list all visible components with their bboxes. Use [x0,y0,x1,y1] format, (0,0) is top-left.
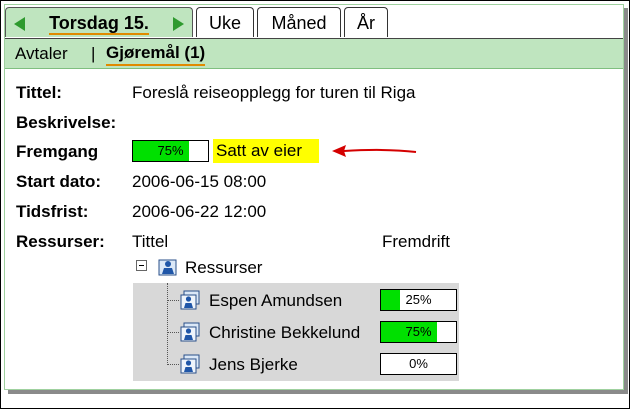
person-resource-icon [180,354,200,374]
tab-week-label: Uke [208,13,241,33]
subnav-gjoremal-link[interactable]: Gjøremål (1) [106,42,206,66]
title-label: Tittel: [16,83,62,102]
subnav-bar: Avtaler | Gjøremål (1) [5,39,623,69]
resource-progress-text: 25% [405,292,432,307]
tab-day-label: Torsdag 15. [49,13,149,35]
resource-progress-bar: 0% [380,353,457,375]
person-resource-icon [180,322,200,342]
resource-progress-text: 75% [405,324,432,339]
tab-month-label: Måned [271,13,327,33]
tree-branch [167,364,179,365]
owner-note-badge: Satt av eier [213,139,319,163]
resources-column-progress: Fremdrift [382,232,450,251]
start-date-value: 2006-06-15 08:00 [132,172,267,191]
resources-column-title: Tittel [132,232,169,251]
resource-progress-bar: 75% [380,321,457,343]
resource-tree-root-label[interactable]: Ressurser [185,258,262,278]
next-day-arrow-icon[interactable] [173,17,184,31]
red-pointer-arrow-icon [332,145,417,157]
frame-shadow-right [624,8,628,394]
resource-name[interactable]: Espen Amundsen [209,291,342,311]
task-progress-bar: 75% [132,140,209,162]
resources-label: Ressurser: [16,232,105,251]
description-label: Beskrivelse: [16,113,117,132]
tab-year-label: År [357,13,375,33]
frame-shadow-bottom [8,390,626,394]
task-progress-text: 75% [157,143,184,158]
resource-name[interactable]: Jens Bjerke [209,355,298,375]
tab-month[interactable]: Måned [257,7,341,37]
resource-name[interactable]: Christine Bekkelund [209,323,360,343]
tree-branch [167,332,179,333]
start-date-label: Start dato: [16,172,101,191]
person-resource-icon [180,290,200,310]
resource-progress-fill [381,290,400,310]
resource-progress-bar: 25% [380,289,457,311]
tab-year[interactable]: År [344,7,388,37]
title-value: Foreslå reiseopplegg for turen til Riga [132,83,416,102]
subnav-avtaler-link[interactable]: Avtaler [15,39,68,68]
resource-progress-text: 0% [409,356,428,371]
tree-branch [167,300,179,301]
tab-week[interactable]: Uke [196,7,254,37]
progress-label: Fremgang [16,142,99,161]
deadline-value: 2006-06-22 12:00 [132,202,267,221]
tab-strip: Torsdag 15. Uke Måned År [5,5,623,39]
collapse-toggle-icon[interactable] [136,260,147,271]
resource-group-icon [158,259,177,276]
deadline-label: Tidsfrist: [16,202,89,221]
tree-connector [167,283,168,365]
subnav-separator: | [91,44,96,63]
tab-day[interactable]: Torsdag 15. [5,7,193,37]
previous-day-arrow-icon[interactable] [14,17,25,31]
